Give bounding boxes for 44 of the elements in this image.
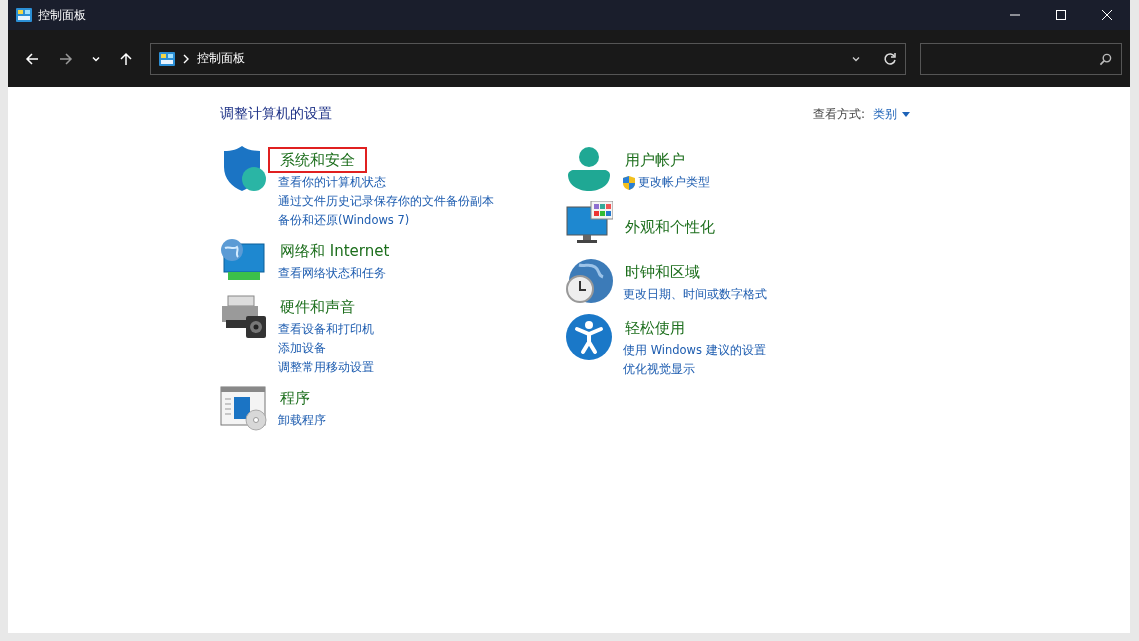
close-icon [1101,9,1113,21]
task-link[interactable]: 备份和还原(Windows 7) [278,211,494,230]
page-heading: 调整计算机的设置 [220,105,332,123]
task-link[interactable]: 添加设备 [278,339,374,358]
address-bar[interactable]: 控制面板 [150,42,906,75]
category-link[interactable]: 轻松使用 [613,315,697,341]
task-link[interactable]: 使用 Windows 建议的设置 [623,341,766,360]
maximize-icon [1055,9,1067,21]
category-link[interactable]: 硬件和声音 [268,294,367,320]
back-arrow-icon [25,51,39,66]
category-link[interactable]: 时钟和区域 [613,259,712,285]
view-by-dropdown[interactable]: 类别 [873,105,910,123]
category-link[interactable]: 系统和安全 [268,147,367,173]
printer-speaker-icon[interactable] [220,292,268,340]
task-link[interactable]: 卸载程序 [278,411,326,430]
category-link[interactable]: 网络和 Internet [268,238,402,264]
task-link[interactable]: 查看你的计算机状态 [278,173,494,192]
forward-arrow-icon [59,51,73,66]
accessibility-icon[interactable] [565,313,613,361]
chevron-icon [183,53,189,64]
caret-icon [902,111,910,117]
control-panel-icon [16,8,32,22]
search-icon [1099,52,1112,66]
up-arrow-icon [119,51,133,66]
program-disc-icon[interactable] [220,383,268,431]
search-field[interactable] [920,42,1122,75]
category-link[interactable]: 程序 [268,385,322,411]
task-link[interactable]: 调整常用移动设置 [278,358,374,377]
task-link[interactable]: 查看网络状态和任务 [278,264,402,283]
breadcrumb-item[interactable]: 控制面板 [197,50,245,67]
control-panel-icon [159,51,175,66]
task-link[interactable]: 通过文件历史记录保存你的文件备份副本 [278,192,494,211]
refresh-icon[interactable] [883,51,897,66]
user-icon[interactable] [565,145,613,193]
category-link[interactable]: 外观和个性化 [613,214,727,240]
task-link[interactable]: 更改帐户类型 [623,173,710,192]
task-link[interactable]: 优化视觉显示 [623,360,766,379]
window-title: 控制面板 [38,6,86,24]
shield-icon [623,175,635,190]
view-by-label: 查看方式: [812,105,865,123]
task-link[interactable]: 更改日期、时间或数字格式 [623,285,767,304]
globe-clock-icon[interactable] [565,257,613,305]
task-link[interactable]: 查看设备和打印机 [278,320,374,339]
category-link[interactable]: 用户帐户 [613,147,697,173]
